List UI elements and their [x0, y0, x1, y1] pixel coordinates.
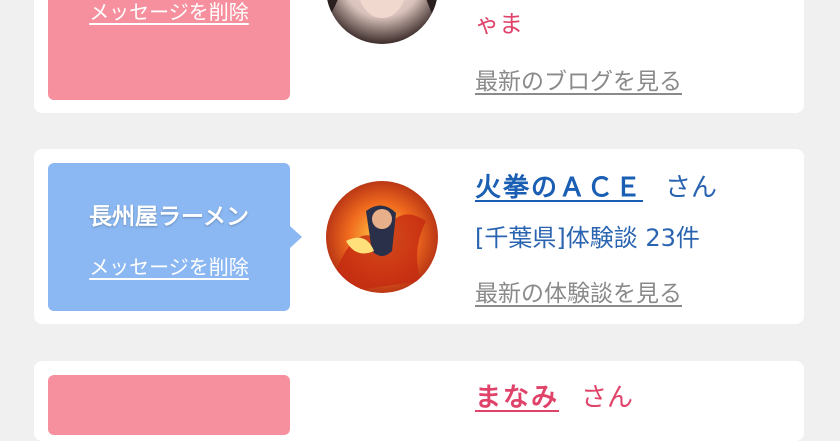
honorific: さん	[665, 173, 718, 203]
user-avatar-photo-icon	[326, 0, 438, 44]
user-tag-box: 長州屋ラーメン メッセージを削除	[48, 163, 290, 311]
latest-review-link[interactable]: 最新の体験談を見る	[475, 274, 682, 308]
user-tag-title: 長州屋ラーメン	[88, 204, 250, 230]
user-name-link[interactable]: 火拳のＡＣＥ	[475, 173, 643, 203]
user-avatar[interactable]	[326, 0, 438, 44]
user-card-1: メッセージを削除 ゃま 最新のブログを見る	[34, 0, 804, 113]
honorific: さん	[581, 383, 634, 413]
user-card-3: まなみ さん	[34, 361, 804, 441]
user-name-link[interactable]: まなみ	[475, 383, 559, 413]
user-avatar[interactable]	[326, 181, 438, 293]
user-card-2: 長州屋ラーメン メッセージを削除 火拳のＡＣＥ さん [千葉県]体験談 23件 最…	[34, 149, 804, 324]
user-name-tail[interactable]: ゃま	[475, 4, 523, 39]
user-meta: [千葉県]体験談 23件	[475, 224, 700, 252]
delete-message-link[interactable]: メッセージを削除	[48, 251, 290, 280]
user-tag-box	[48, 375, 290, 435]
user-avatar-fire-art-icon	[326, 181, 438, 293]
user-name-row: まなみ さん	[475, 377, 633, 414]
user-name-row: 火拳のＡＣＥ さん	[475, 167, 717, 204]
tag-pointer	[290, 226, 302, 248]
user-tag-box: メッセージを削除	[48, 0, 290, 100]
delete-message-link[interactable]: メッセージを削除	[48, 0, 290, 25]
latest-blog-link[interactable]: 最新のブログを見る	[475, 62, 682, 96]
